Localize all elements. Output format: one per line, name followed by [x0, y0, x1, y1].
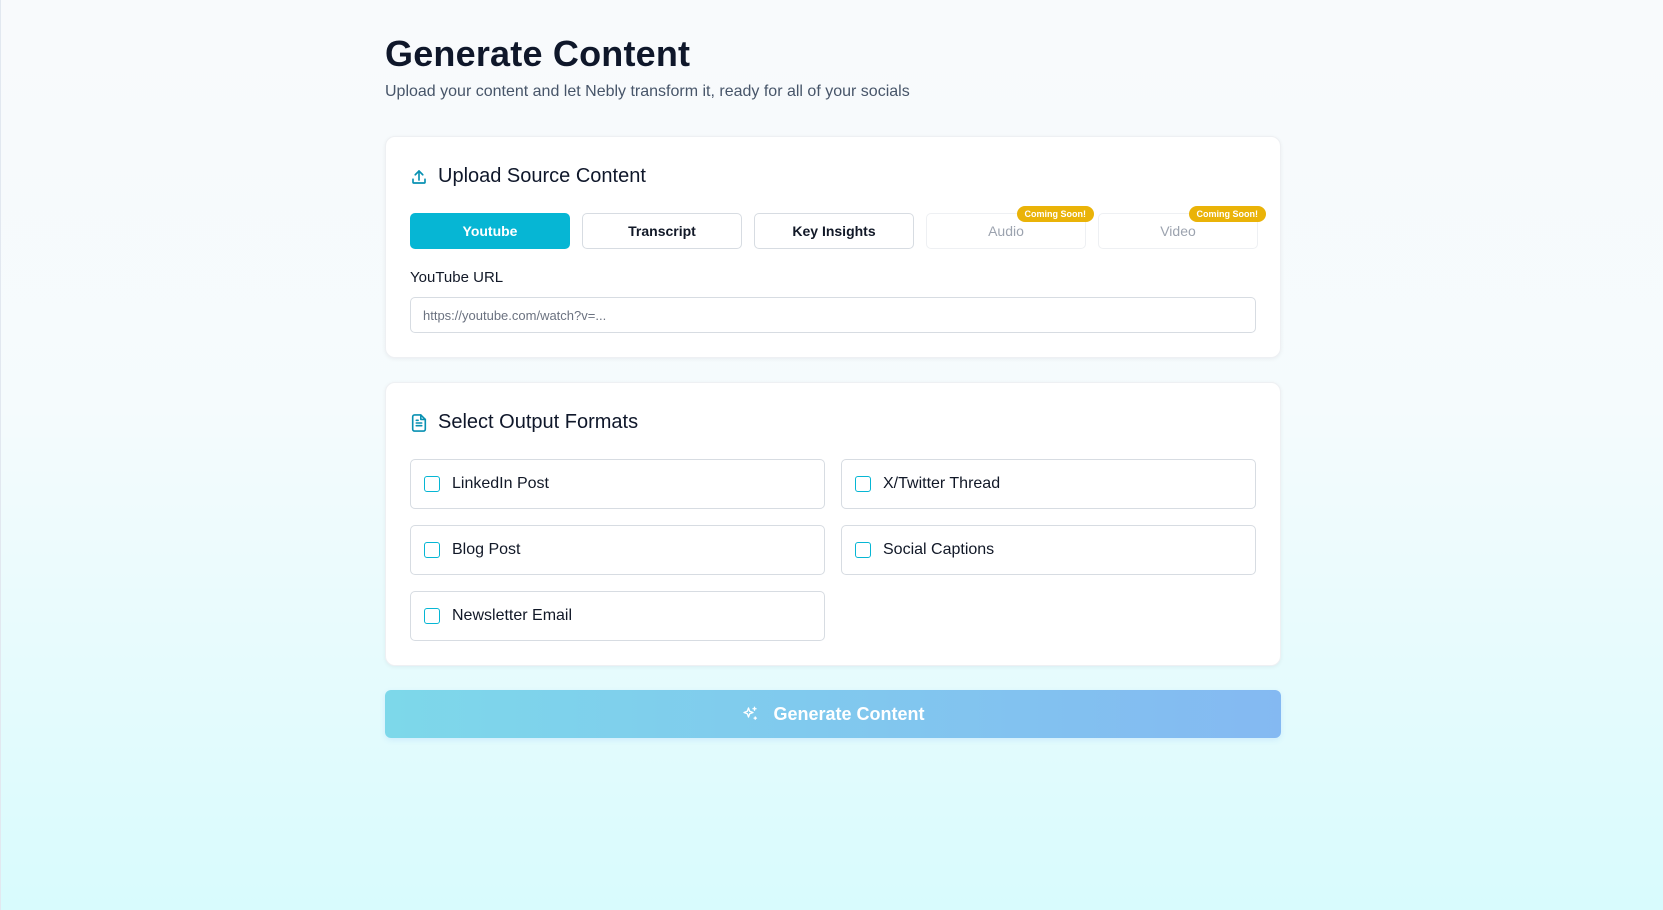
upload-card-title: Upload Source Content: [438, 165, 646, 187]
linkedin-post-checkbox[interactable]: [424, 476, 440, 492]
video-coming-soon-badge: Coming Soon!: [1188, 206, 1266, 222]
sparkles-icon: [741, 705, 759, 723]
tab-video[interactable]: Video Coming Soon!: [1098, 206, 1266, 249]
linkedin-post-label: LinkedIn Post: [452, 475, 549, 492]
page-title: Generate Content: [385, 33, 691, 74]
tab-key-insights[interactable]: Key Insights: [754, 213, 914, 249]
tab-audio[interactable]: Audio Coming Soon!: [926, 206, 1094, 249]
upload-icon: [410, 168, 428, 186]
audio-coming-soon-badge: Coming Soon!: [1016, 206, 1094, 222]
document-icon: [410, 413, 428, 433]
tab-audio-label: Audio: [988, 223, 1024, 239]
formats-grid: LinkedIn Post X/Twitter Thread Blog Post…: [410, 459, 1256, 641]
generate-content-button[interactable]: Generate Content: [385, 690, 1281, 738]
tab-key-insights-label: Key Insights: [792, 223, 876, 239]
formats-card-title: Select Output Formats: [438, 411, 639, 433]
twitter-thread-label: X/Twitter Thread: [883, 475, 1001, 492]
format-option-linkedin[interactable]: LinkedIn Post: [410, 459, 825, 509]
output-formats-card: Select Output Formats LinkedIn Post X/Tw…: [385, 382, 1281, 666]
upload-source-card: Upload Source Content Youtube Transcript…: [385, 136, 1281, 358]
newsletter-email-checkbox[interactable]: [424, 608, 440, 624]
twitter-thread-checkbox[interactable]: [855, 476, 871, 492]
generate-content-label: Generate Content: [773, 703, 925, 724]
tab-youtube-label: Youtube: [462, 223, 518, 239]
tab-video-label: Video: [1160, 223, 1196, 239]
format-option-newsletter[interactable]: Newsletter Email: [410, 591, 825, 641]
formats-card-header: Select Output Formats: [410, 411, 638, 434]
window-edge: [0, 0, 1, 910]
blog-post-label: Blog Post: [452, 541, 521, 558]
blog-post-checkbox[interactable]: [424, 542, 440, 558]
youtube-url-input[interactable]: [410, 297, 1256, 333]
format-option-social-captions[interactable]: Social Captions: [841, 525, 1256, 575]
format-option-twitter[interactable]: X/Twitter Thread: [841, 459, 1256, 509]
tab-youtube[interactable]: Youtube: [410, 213, 570, 249]
source-tabs: Youtube Transcript Key Insights Audio Co…: [410, 206, 1266, 249]
tab-transcript-label: Transcript: [628, 223, 696, 239]
upload-card-header: Upload Source Content: [410, 165, 646, 188]
tab-transcript[interactable]: Transcript: [582, 213, 742, 249]
social-captions-label: Social Captions: [883, 541, 995, 558]
youtube-url-label: YouTube URL: [410, 269, 504, 286]
newsletter-email-label: Newsletter Email: [452, 607, 573, 624]
format-option-blog[interactable]: Blog Post: [410, 525, 825, 575]
social-captions-checkbox[interactable]: [855, 542, 871, 558]
page-subtitle: Upload your content and let Nebly transf…: [385, 83, 910, 100]
